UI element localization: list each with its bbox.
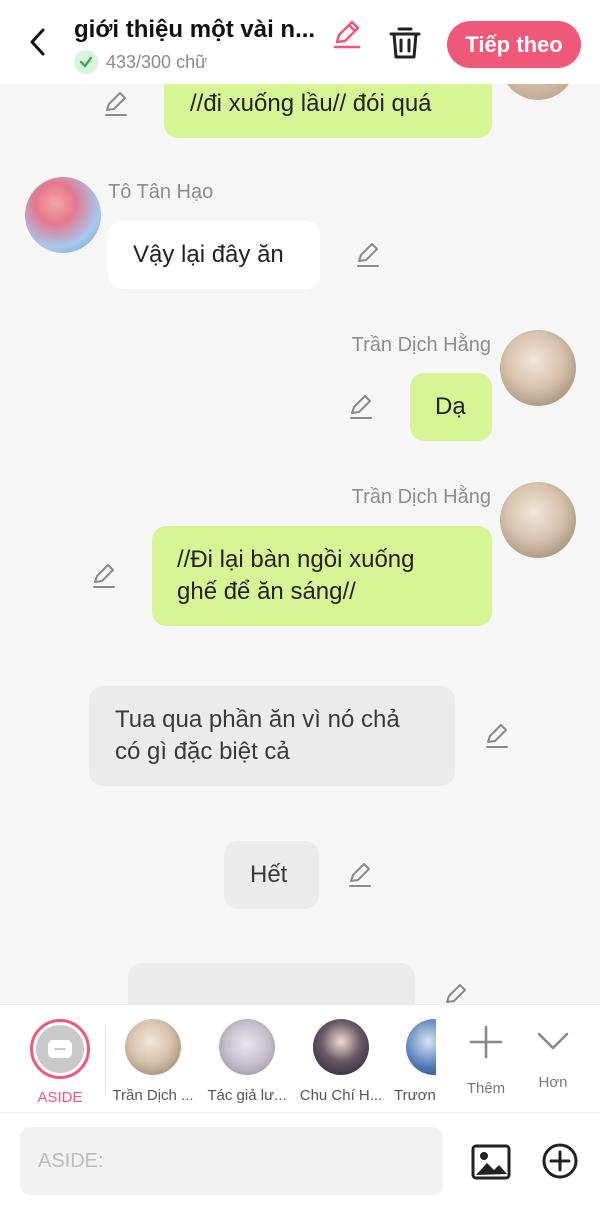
edit-message-button[interactable] — [354, 241, 382, 269]
character-label: Trươn — [394, 1087, 436, 1104]
avatar — [125, 1019, 181, 1075]
edit-message-button[interactable] — [346, 861, 374, 889]
aside-bubble[interactable]: Tua qua phần ăn vì nó chả có gì đặc biệt… — [89, 686, 455, 786]
message-line: có gì đặc biệt cả — [115, 738, 290, 765]
character-label: Trần Dịch ... — [112, 1087, 194, 1104]
page-title: giới thiệu một vài n... — [74, 16, 316, 43]
word-count: 433/300 chữ — [74, 50, 207, 74]
message-line: Tua qua phần ăn vì nó chả — [115, 706, 400, 733]
edit-message-button[interactable] — [90, 562, 118, 590]
trash-icon — [389, 27, 421, 59]
composer — [0, 1112, 600, 1208]
edit-message-button[interactable] — [347, 393, 375, 421]
add-character-button[interactable]: Thêm — [454, 1019, 518, 1097]
divider — [105, 1025, 106, 1095]
aside-avatar — [30, 1019, 90, 1079]
pencil-icon — [486, 724, 508, 748]
pen-icon — [333, 20, 361, 49]
insert-image-button[interactable] — [470, 1141, 512, 1183]
character-label: Tác giả lư... — [207, 1087, 287, 1104]
character-author[interactable]: Tác giả lư... — [202, 1019, 292, 1104]
message-input[interactable] — [20, 1127, 443, 1195]
tool-label: Thêm — [466, 1080, 506, 1097]
message-line: //Đi lại bàn ngồi xuống — [177, 546, 415, 573]
aside-bubble[interactable]: Hết — [224, 841, 319, 909]
character-truon[interactable]: Trươn — [390, 1019, 436, 1104]
avatar-to-tan-hao[interactable] — [25, 177, 101, 253]
chevron-left-icon — [30, 28, 45, 56]
message-bubble[interactable]: //đi xuống lầu// đói quá — [164, 84, 492, 138]
avatar — [313, 1019, 369, 1075]
plus-circle-icon — [542, 1143, 578, 1179]
message-bubble[interactable]: Dạ — [410, 373, 492, 441]
chat-area: //đi xuống lầu// đói quá Tô Tân Hạo Vậy … — [0, 84, 600, 1004]
pencil-icon — [350, 395, 372, 419]
avatar-tran-dich-hang[interactable] — [500, 84, 576, 100]
pencil-icon — [349, 863, 371, 887]
avatar-tran-dich-hang[interactable] — [500, 330, 576, 406]
edit-message-button[interactable] — [483, 722, 511, 750]
avatar — [219, 1019, 275, 1075]
more-button[interactable]: Hơn — [521, 1019, 585, 1091]
character-label: ASIDE — [37, 1089, 83, 1106]
chat-bubble-icon — [48, 1040, 72, 1058]
avatar — [406, 1019, 436, 1075]
character-selector: ASIDE Trần Dịch ... Tác giả lư... Chu Ch… — [0, 1004, 600, 1112]
image-icon — [471, 1144, 511, 1180]
check-icon — [74, 50, 98, 74]
speaker-name: Trần Dịch Hằng — [351, 486, 491, 508]
speaker-name: Trần Dịch Hằng — [351, 334, 491, 356]
character-tran-dich-hang[interactable]: Trần Dịch ... — [108, 1019, 198, 1104]
pencil-icon — [357, 243, 379, 267]
plus-icon — [469, 1025, 503, 1059]
character-chu-chi-h[interactable]: Chu Chí H... — [296, 1019, 386, 1104]
edit-message-button[interactable] — [102, 90, 130, 118]
next-button[interactable]: Tiếp theo — [447, 21, 581, 68]
pencil-icon — [105, 92, 127, 116]
message-line: ghế để ăn sáng// — [177, 578, 356, 605]
delete-button[interactable] — [386, 24, 424, 62]
message-bubble[interactable]: Vậy lại đây ăn — [108, 221, 320, 289]
tool-label: Hơn — [538, 1074, 568, 1091]
character-aside[interactable]: ASIDE — [15, 1019, 105, 1106]
pencil-icon — [93, 564, 115, 588]
aside-bubble[interactable] — [128, 963, 415, 1004]
chevron-down-icon — [537, 1032, 569, 1050]
message-bubble[interactable]: //Đi lại bàn ngồi xuống ghế để ăn sáng// — [152, 526, 492, 626]
edit-message-button[interactable] — [442, 982, 470, 1004]
edit-title-button[interactable] — [330, 16, 364, 50]
pencil-icon — [446, 984, 466, 1003]
back-button[interactable] — [20, 24, 56, 60]
top-bar: giới thiệu một vài n... 433/300 chữ Tiếp… — [0, 0, 600, 84]
add-button[interactable] — [540, 1141, 580, 1181]
character-label: Chu Chí H... — [299, 1087, 383, 1104]
avatar-tran-dich-hang[interactable] — [500, 482, 576, 558]
word-count-text: 433/300 chữ — [106, 51, 208, 72]
speaker-name: Tô Tân Hạo — [108, 181, 214, 203]
